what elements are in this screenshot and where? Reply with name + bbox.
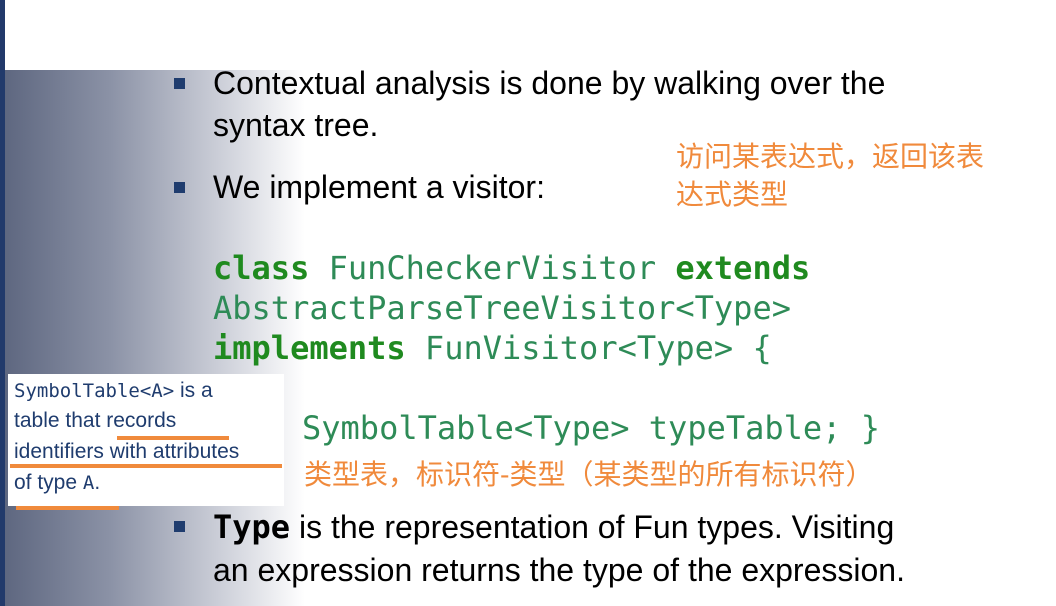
note-line-4: of type A. xyxy=(14,468,100,498)
bullet-3-code-type: Type xyxy=(213,508,291,546)
code-interface-name: FunVisitor<Type> { xyxy=(405,329,772,367)
code-line-4: SymbolTable<Type> typeTable; } xyxy=(302,409,880,447)
highlight-underline-identifiers xyxy=(10,464,282,468)
code-keyword-class: class xyxy=(213,249,310,287)
note-line-4-suffix: . xyxy=(94,471,101,494)
bullet-1-line-1: Contextual analysis is done by walking o… xyxy=(213,65,886,101)
note-line-3: identifiers with attributes xyxy=(14,440,240,463)
bullet-marker-1 xyxy=(174,78,185,89)
bullet-3-line-1: Type is the representation of Fun types.… xyxy=(213,506,894,548)
note-line-1-rest: is a xyxy=(174,379,213,402)
highlight-underline-records xyxy=(117,436,229,440)
note-code-a: A xyxy=(82,472,95,494)
note-code-symboltable: SymbolTable<A> xyxy=(14,380,175,402)
code-line-2: AbstractParseTreeVisitor<Type> xyxy=(213,289,791,327)
highlight-underline-type-a xyxy=(16,506,119,510)
code-class-name: FunCheckerVisitor xyxy=(309,249,676,287)
annotation-cn-top-line-2: 达式类型 xyxy=(676,178,789,211)
annotation-cn-bottom: 类型表，标识符-类型（某类型的所有标识符） xyxy=(304,458,874,491)
code-keyword-extends: extends xyxy=(675,249,811,287)
bullet-2-text: We implement a visitor: xyxy=(213,169,545,205)
bullet-marker-2 xyxy=(174,182,185,193)
code-line-1: class FunCheckerVisitor extends xyxy=(213,248,810,288)
bullet-1-line-2: syntax tree. xyxy=(213,107,379,143)
annotation-cn-top-line-1: 访问某表达式，返回该表 xyxy=(676,140,985,173)
bullet-3-line-1-rest: is the representation of Fun types. Visi… xyxy=(290,509,895,545)
code-line-3: implements FunVisitor<Type> { xyxy=(213,328,772,368)
bullet-3-line-2: an expression returns the type of the ex… xyxy=(213,552,905,588)
bullet-marker-3 xyxy=(174,521,185,532)
note-line-4-prefix: of type xyxy=(14,471,83,494)
note-line-1: SymbolTable<A> is a xyxy=(14,376,213,406)
note-line-2: table that records xyxy=(14,409,177,432)
code-keyword-implements: implements xyxy=(213,329,406,367)
